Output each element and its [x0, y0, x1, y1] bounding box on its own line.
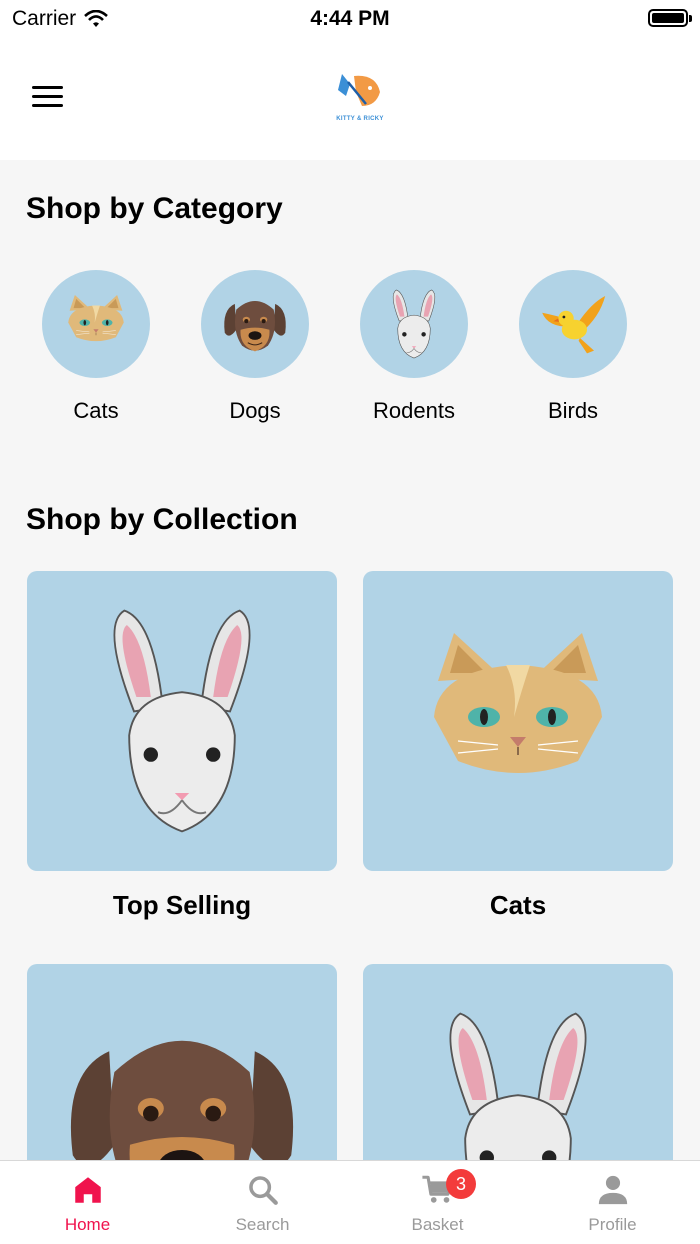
tab-label: Basket — [411, 1215, 464, 1234]
category-cats[interactable]: Cats — [41, 270, 151, 424]
category-label: Rodents — [373, 398, 455, 423]
collection-label: Top Selling — [112, 890, 252, 920]
cat-icon — [418, 621, 618, 821]
cart-badge: 3 — [446, 1169, 476, 1199]
category-dogs-circle[interactable] — [201, 270, 309, 378]
category-rodents-circle[interactable] — [360, 270, 468, 378]
bird-icon — [538, 289, 608, 359]
category-rodents[interactable]: Rodents — [359, 270, 469, 424]
app-logo: KITTY & RICKY — [330, 70, 390, 122]
category-label: Cats — [73, 398, 119, 423]
person-icon — [598, 1175, 627, 1205]
category-dogs[interactable]: Dogs — [200, 270, 310, 424]
category-section-title: Shop by Category — [26, 192, 283, 225]
collection-section-title: Shop by Collection — [26, 503, 298, 536]
collection-card-top-selling[interactable] — [27, 571, 337, 871]
status-bar: Carrier 4:44 PM — [0, 0, 700, 40]
category-birds[interactable]: Birds — [518, 270, 628, 424]
tab-label: Home — [64, 1215, 111, 1234]
collection-label: Cats — [489, 890, 547, 920]
dog-icon — [219, 288, 291, 360]
tab-label: Profile — [588, 1215, 637, 1234]
tab-profile[interactable]: Profile — [525, 1161, 700, 1244]
category-label: Dogs — [229, 398, 281, 423]
category-birds-circle[interactable] — [519, 270, 627, 378]
category-label: Birds — [547, 398, 599, 423]
rabbit-icon — [62, 601, 302, 841]
tab-bar: Home Search 3 Basket Profile — [0, 1160, 700, 1244]
logo-icon — [338, 74, 380, 106]
cat-icon — [63, 291, 129, 357]
collection-card-cats[interactable] — [363, 571, 673, 871]
menu-icon[interactable] — [32, 86, 63, 108]
home-icon — [74, 1177, 101, 1203]
tab-label: Search — [235, 1215, 290, 1234]
tab-home[interactable]: Home — [0, 1161, 175, 1244]
logo-text: KITTY & RICKY — [336, 116, 384, 122]
rabbit-icon — [377, 287, 451, 361]
battery-icon — [648, 9, 692, 27]
tab-basket[interactable]: 3 Basket — [350, 1161, 525, 1244]
status-time: 4:44 PM — [310, 7, 390, 30]
app-header: KITTY & RICKY — [0, 40, 700, 160]
tab-search[interactable]: Search — [175, 1161, 350, 1244]
category-cats-circle[interactable] — [42, 270, 150, 378]
search-icon — [248, 1176, 278, 1205]
